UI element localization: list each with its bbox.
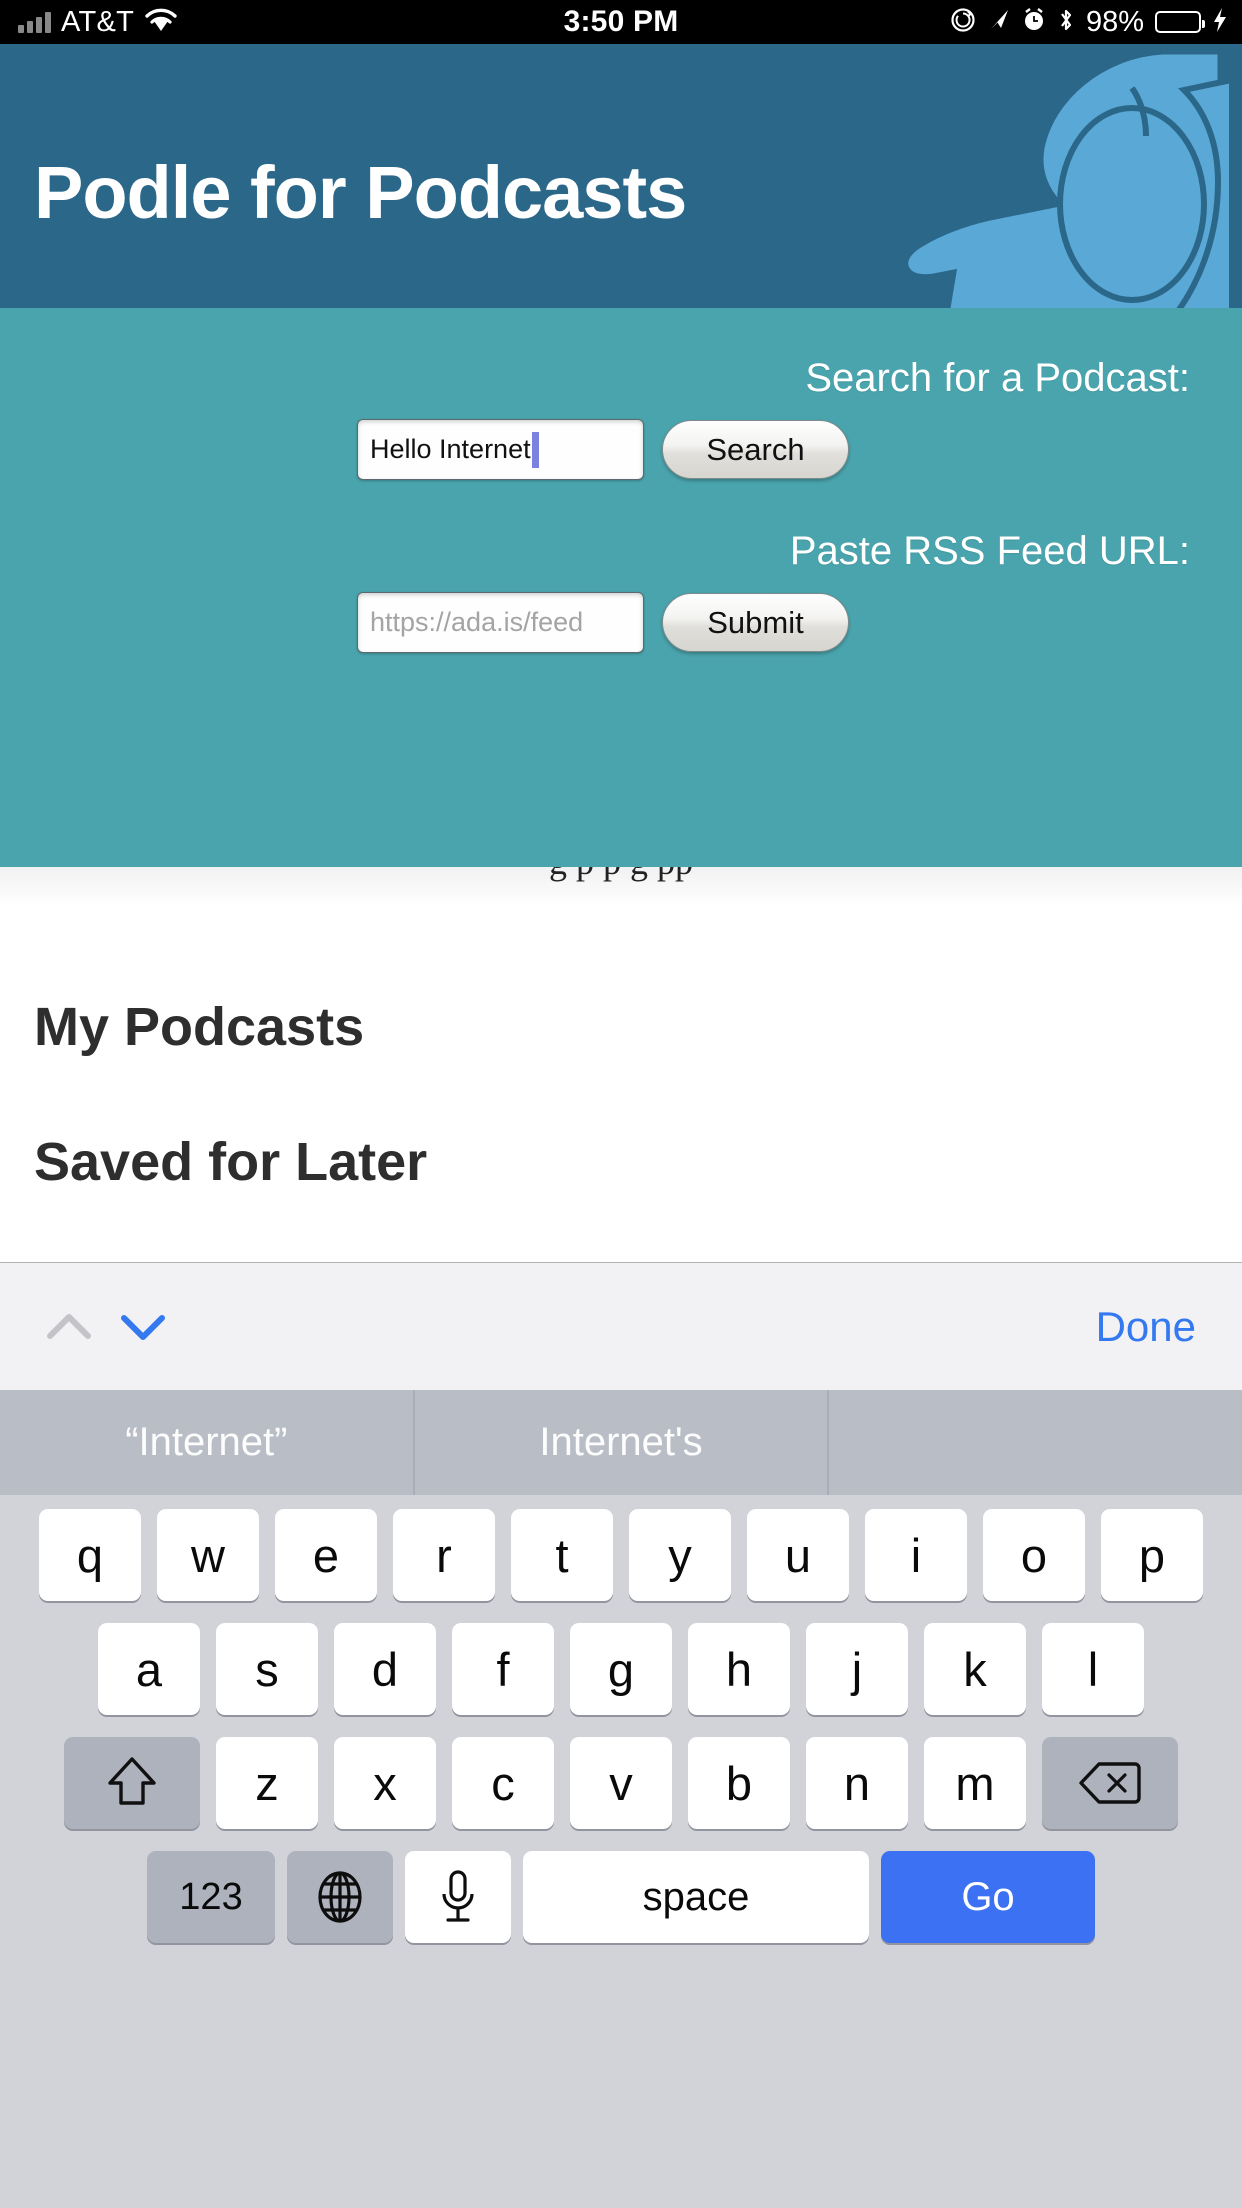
suggestion-0[interactable]: “Internet” xyxy=(0,1390,413,1495)
key-f[interactable]: f xyxy=(452,1623,554,1715)
microphone-icon xyxy=(442,1870,474,1922)
search-row: Hello Internet Search xyxy=(357,419,849,480)
dog-head-logo xyxy=(902,49,1235,308)
key-d[interactable]: d xyxy=(334,1623,436,1715)
done-button[interactable]: Done xyxy=(1096,1303,1196,1351)
shift-key[interactable] xyxy=(64,1737,200,1829)
keyboard-accessory-bar: Done xyxy=(0,1262,1242,1390)
key-v[interactable]: v xyxy=(570,1737,672,1829)
keyboard-row-2: a s d f g h j k l xyxy=(0,1623,1242,1715)
charging-bolt-icon xyxy=(1212,7,1228,38)
heading-saved-for-later: Saved for Later xyxy=(34,1132,428,1192)
go-key[interactable]: Go xyxy=(881,1851,1095,1943)
dictation-key[interactable] xyxy=(405,1851,511,1943)
key-z[interactable]: z xyxy=(216,1737,318,1829)
rss-input-placeholder: https://ada.is/feed xyxy=(370,607,584,637)
key-a[interactable]: a xyxy=(98,1623,200,1715)
globe-language-icon xyxy=(318,1871,362,1923)
shift-arrow-icon xyxy=(108,1757,156,1805)
key-e[interactable]: e xyxy=(275,1509,377,1601)
keyboard-row-3: z x c v b n m xyxy=(0,1737,1242,1829)
key-y[interactable]: y xyxy=(629,1509,731,1601)
status-bar: AT&T 3:50 PM 98% xyxy=(0,0,1242,44)
status-bar-right: 98% xyxy=(950,6,1228,39)
key-r[interactable]: r xyxy=(393,1509,495,1601)
submit-button[interactable]: Submit xyxy=(662,593,849,652)
search-button[interactable]: Search xyxy=(662,420,849,479)
key-c[interactable]: c xyxy=(452,1737,554,1829)
key-u[interactable]: u xyxy=(747,1509,849,1601)
search-label: Search for a Podcast: xyxy=(805,356,1190,400)
suggestion-1[interactable]: Internet's xyxy=(412,1390,828,1495)
key-s[interactable]: s xyxy=(216,1623,318,1715)
heading-my-podcasts: My Podcasts xyxy=(34,997,365,1057)
app-header: Podle for Podcasts xyxy=(0,44,1242,308)
rss-label: Paste RSS Feed URL: xyxy=(789,529,1190,573)
alarm-clock-icon xyxy=(1022,7,1046,38)
key-j[interactable]: j xyxy=(806,1623,908,1715)
battery-icon xyxy=(1155,11,1205,33)
key-q[interactable]: q xyxy=(39,1509,141,1601)
key-n[interactable]: n xyxy=(806,1737,908,1829)
search-input-value: Hello Internet xyxy=(370,434,531,464)
battery-percent: 98% xyxy=(1085,5,1144,38)
text-cursor xyxy=(531,431,539,468)
key-m[interactable]: m xyxy=(924,1737,1026,1829)
location-arrow-icon xyxy=(987,7,1011,38)
backspace-key[interactable] xyxy=(1042,1737,1178,1829)
bluetooth-icon xyxy=(1057,7,1075,38)
rotation-lock-icon xyxy=(950,7,976,38)
phone-screen: AT&T 3:50 PM 98% Podle for Podcasts Sear… xyxy=(0,0,1242,2208)
key-l[interactable]: l xyxy=(1042,1623,1144,1715)
page-content: g p p g pp My Podcasts Saved for Later xyxy=(0,867,1242,1303)
autocorrect-suggestion-bar: “Internet” Internet's xyxy=(0,1390,1242,1495)
keyboard-row-1: q w e r t y u i o p xyxy=(0,1509,1242,1601)
key-o[interactable]: o xyxy=(983,1509,1085,1601)
globe-key[interactable] xyxy=(287,1851,393,1943)
key-g[interactable]: g xyxy=(570,1623,672,1715)
numbers-key[interactable]: 123 xyxy=(147,1851,275,1943)
keyboard-row-4: 123 space Go xyxy=(0,1851,1242,1943)
search-panel: Search for a Podcast: Hello Internet Sea… xyxy=(0,308,1242,867)
chevron-up-icon[interactable] xyxy=(32,1290,106,1364)
key-p[interactable]: p xyxy=(1101,1509,1203,1601)
clipped-description-text: g p p g pp xyxy=(0,867,1242,883)
page-title: Podle for Podcasts xyxy=(34,151,687,234)
key-h[interactable]: h xyxy=(688,1623,790,1715)
rss-row: https://ada.is/feed Submit xyxy=(357,592,849,653)
search-input[interactable]: Hello Internet xyxy=(357,419,644,480)
key-i[interactable]: i xyxy=(865,1509,967,1601)
key-k[interactable]: k xyxy=(924,1623,1026,1715)
chevron-down-icon[interactable] xyxy=(106,1290,180,1364)
key-t[interactable]: t xyxy=(511,1509,613,1601)
key-w[interactable]: w xyxy=(157,1509,259,1601)
key-b[interactable]: b xyxy=(688,1737,790,1829)
rss-input[interactable]: https://ada.is/feed xyxy=(357,592,644,653)
key-x[interactable]: x xyxy=(334,1737,436,1829)
suggestion-2[interactable] xyxy=(827,1390,1242,1495)
backspace-delete-icon xyxy=(1079,1762,1141,1804)
onscreen-keyboard: q w e r t y u i o p a s d f g h j k l z … xyxy=(0,1495,1242,2208)
space-key[interactable]: space xyxy=(523,1851,869,1943)
